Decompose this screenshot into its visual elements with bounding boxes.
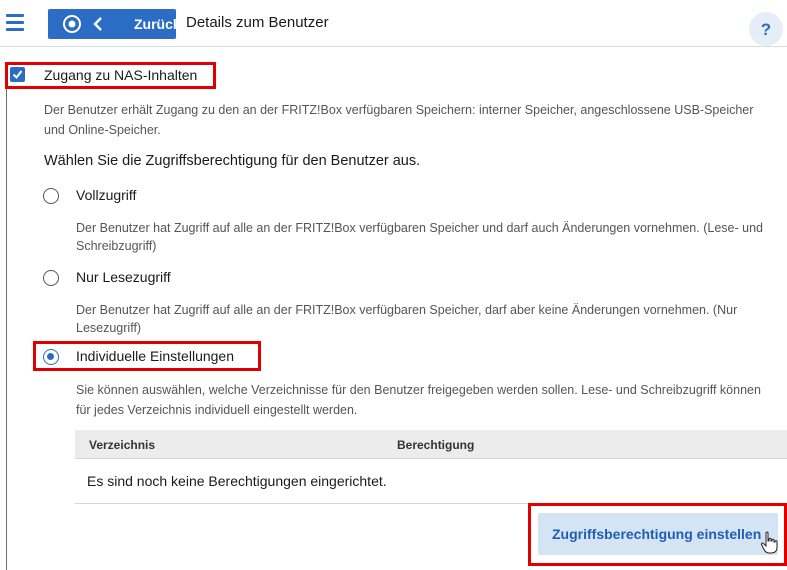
fritzbox-logo-icon: [63, 15, 81, 33]
table-empty-row: Es sind noch keine Berechtigungen einger…: [75, 459, 787, 504]
read-only-description-line2: Lesezugriff): [76, 321, 142, 335]
page-title: Details zum Benutzer: [186, 14, 329, 31]
menu-icon[interactable]: [6, 12, 24, 32]
column-header-permission: Berechtigung: [397, 438, 475, 452]
permissions-table: Verzeichnis Berechtigung Es sind noch ke…: [75, 430, 787, 504]
help-button[interactable]: ?: [749, 12, 783, 46]
radio-full-access[interactable]: [43, 188, 59, 204]
set-permission-button-label: Zugriffsberechtigung einstellen: [552, 526, 762, 542]
permission-heading: Wählen Sie die Zugriffsberechtigung für …: [44, 153, 421, 169]
top-bar: Zurück Details zum Benutzer ?: [0, 0, 787, 47]
back-button[interactable]: Zurück: [48, 9, 181, 39]
read-only-description-line1: Der Benutzer hat Zugriff auf alle an der…: [76, 303, 738, 317]
nas-access-checkbox[interactable]: [10, 67, 25, 82]
full-access-description-line1: Der Benutzer hat Zugriff auf alle an der…: [76, 221, 763, 235]
individual-settings-description-line2: für jedes Verzeichnis individuell einges…: [76, 403, 358, 417]
individual-settings-label[interactable]: Individuelle Einstellungen: [76, 348, 234, 364]
nas-access-description-line2: und Online-Speicher.: [44, 123, 161, 137]
table-header: Verzeichnis Berechtigung: [75, 430, 787, 459]
full-access-description-line2: Schreibzugriff): [76, 239, 157, 253]
column-header-directory: Verzeichnis: [89, 438, 156, 452]
set-permission-button[interactable]: Zugriffsberechtigung einstellen: [538, 513, 778, 555]
checkmark-icon: [12, 70, 23, 80]
back-button-label: Zurück: [134, 16, 181, 32]
individual-settings-description-line1: Sie können auswählen, welche Verzeichnis…: [76, 383, 761, 397]
nas-access-description-line1: Der Benutzer erhält Zugang zu den an der…: [44, 103, 754, 117]
full-access-label[interactable]: Vollzugriff: [76, 187, 136, 203]
hand-pointer-cursor-icon: [760, 531, 778, 554]
chevron-left-icon: [93, 17, 102, 31]
radio-individual-settings[interactable]: [43, 349, 59, 365]
radio-read-only[interactable]: [43, 270, 59, 286]
empty-table-message: Es sind noch keine Berechtigungen einger…: [87, 473, 387, 489]
read-only-label[interactable]: Nur Lesezugriff: [76, 269, 171, 285]
left-border-line: [6, 66, 7, 570]
nas-access-label[interactable]: Zugang zu NAS-Inhalten: [44, 67, 197, 83]
